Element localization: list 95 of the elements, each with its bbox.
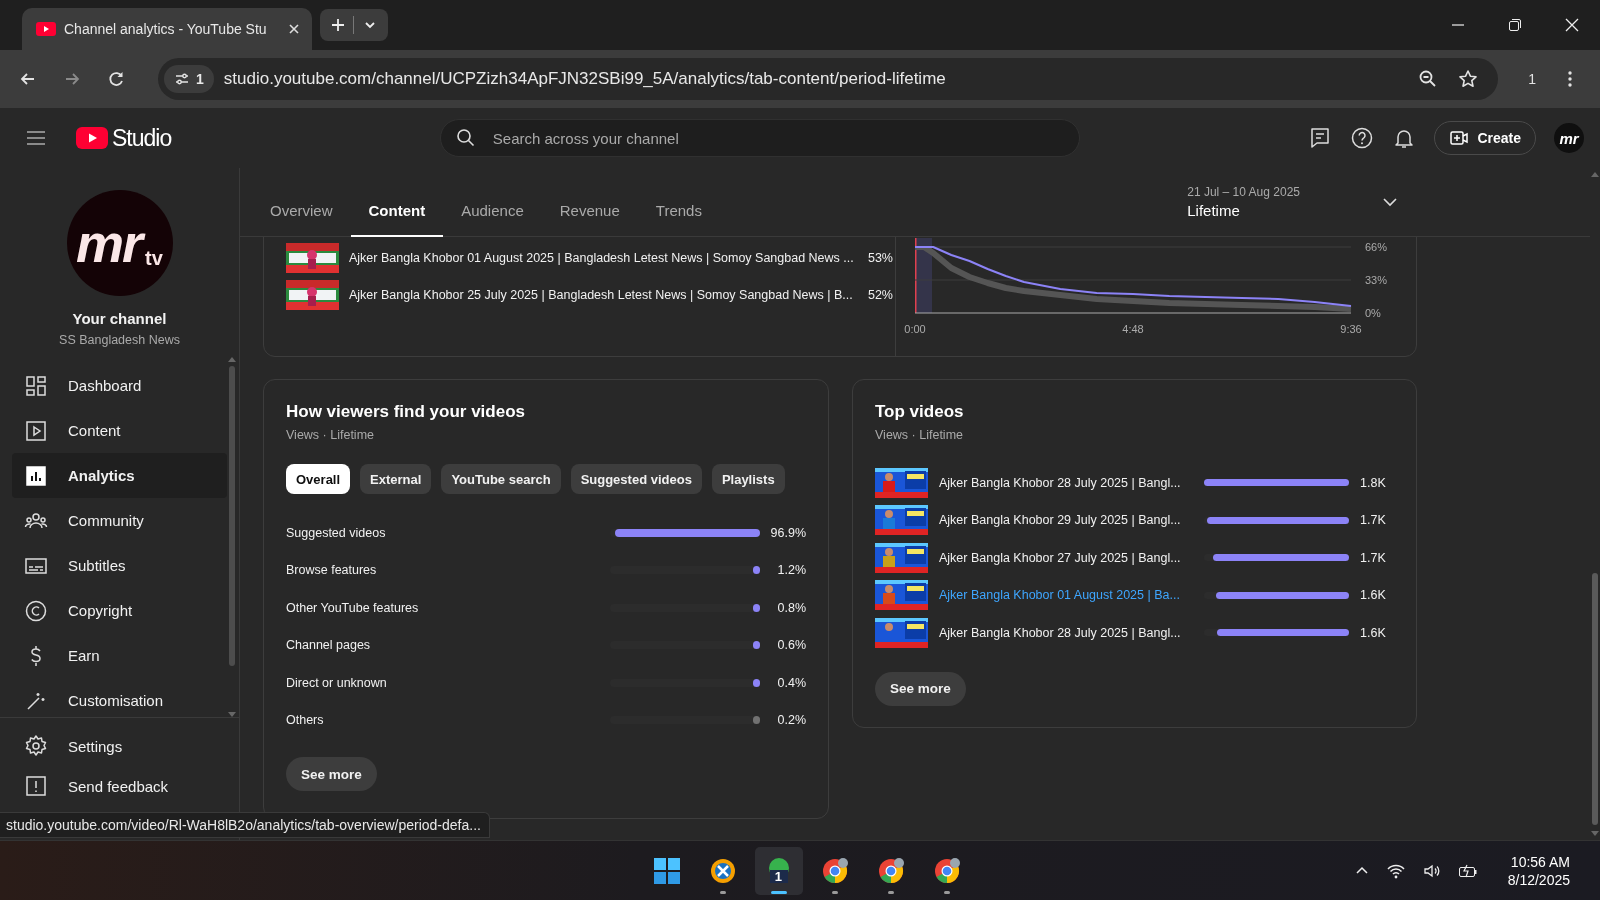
youtube-icon: [36, 22, 56, 36]
views-value: 1.6K: [1360, 588, 1387, 603]
x-tick-label: 9:36: [1340, 323, 1362, 335]
x-tick-label: 4:48: [1122, 323, 1144, 335]
sidebar-item[interactable]: Send feedback: [12, 766, 227, 806]
date-range-picker[interactable]: 21 Jul – 10 Aug 2025 Lifetime: [1187, 185, 1400, 219]
browser-icon: [820, 856, 849, 885]
sliders-icon: [174, 71, 190, 87]
source-name: Suggested videos: [286, 525, 387, 540]
logo-text[interactable]: Studio: [112, 124, 172, 152]
views-value: 1.6K: [1360, 625, 1387, 640]
filter-chip[interactable]: Suggested videos: [570, 464, 702, 494]
sidebar-item[interactable]: Settings: [12, 726, 227, 766]
analytics-icon: [24, 463, 48, 488]
source-value: 0.8%: [776, 600, 806, 615]
browser-icon: [876, 856, 905, 885]
plus-icon[interactable]: [329, 17, 346, 33]
filter-chip[interactable]: Overall: [286, 464, 351, 494]
help-icon[interactable]: [1350, 126, 1375, 150]
source-value: 0.4%: [776, 675, 806, 690]
source-value: 96.9%: [769, 525, 806, 540]
address-bar[interactable]: 1 studio.youtube.com/channel/UCPZizh34ApFJN32SBi99_5A/analytics/tab-content/period-lifetime: [158, 58, 1499, 100]
card-title: Top videos: [875, 402, 965, 422]
close-icon[interactable]: [1564, 17, 1580, 33]
video-title[interactable]: Ajker Bangla Khobor 27 July 2025 | Bangl...: [939, 550, 1181, 565]
see-more-button[interactable]: See more: [875, 671, 966, 706]
filter-chip[interactable]: YouTube search: [441, 464, 561, 494]
source-name: Other YouTube features: [286, 600, 420, 615]
video-plus-icon: [1449, 128, 1470, 148]
app-icon: [708, 856, 737, 885]
video-title[interactable]: Ajker Bangla Khobor 28 July 2025 | Bangl...: [939, 625, 1181, 640]
channel-name: SS Bangladesh News: [59, 333, 180, 347]
video-title[interactable]: Ajker Bangla Khobor 29 July 2025 | Bangl...: [939, 513, 1181, 528]
channel-label: Your channel: [72, 310, 167, 327]
content-icon: [24, 418, 48, 443]
youtube-icon[interactable]: [76, 127, 108, 149]
url-text: studio.youtube.com/channel/UCPZizh34ApFJN32SBi99_5A/analytics/tab-content/period-lifetime: [223, 69, 946, 89]
search-icon: [455, 128, 476, 148]
y-tick-label: 0%: [1365, 307, 1381, 319]
tab[interactable]: Audience: [443, 202, 542, 237]
windows-icon: [652, 856, 681, 885]
create-button[interactable]: Create: [1434, 121, 1536, 155]
filter-chip[interactable]: Playlists: [711, 464, 785, 494]
tab[interactable]: Overview: [252, 202, 351, 237]
sidebar-item[interactable]: Dashboard: [12, 363, 227, 408]
sidebar-item[interactable]: Community: [12, 498, 227, 543]
sidebar-item[interactable]: Subtitles: [12, 543, 227, 588]
sidebar-item[interactable]: Customisation: [12, 678, 227, 723]
avatar[interactable]: mr: [1554, 123, 1584, 153]
tab[interactable]: Revenue: [541, 202, 638, 237]
video-title[interactable]: Ajker Bangla Khobor 28 July 2025 | Bangl...: [939, 475, 1181, 490]
sidebar-item[interactable]: Analytics: [12, 453, 227, 498]
copyright-icon: [24, 598, 48, 623]
tab[interactable]: Trends: [637, 202, 720, 237]
source-name: Others: [286, 713, 325, 728]
sidebar-item[interactable]: Copyright: [12, 588, 227, 633]
source-value: 1.2%: [776, 563, 806, 578]
channel-logo[interactable]: mrtv: [66, 190, 173, 296]
browser-icon: [932, 856, 961, 885]
profile-count[interactable]: 1: [1528, 71, 1536, 87]
y-tick-label: 66%: [1365, 241, 1388, 253]
restore-icon[interactable]: [1507, 17, 1523, 33]
source-name: Direct or unknown: [286, 675, 388, 690]
sidebar-item[interactable]: Content: [12, 408, 227, 453]
browser-tab[interactable]: Channel analytics - YouTube Stu: [22, 8, 312, 50]
retention-value: 52%: [866, 287, 893, 302]
source-value: 0.6%: [776, 638, 806, 653]
views-value: 1.7K: [1360, 513, 1387, 528]
retention-value: 53%: [866, 250, 893, 265]
views-value: 1.8K: [1360, 475, 1387, 490]
status-url: studio.youtube.com/video/Rl-WaH8lB2o/analytics/tab-overview/period-defa...: [0, 812, 490, 838]
source-value: 0.2%: [776, 713, 806, 728]
sidebar-item[interactable]: Earn: [12, 633, 227, 678]
source-name: Channel pages: [286, 638, 372, 653]
x-tick-label: 0:00: [904, 323, 926, 335]
source-name: Browse features: [286, 563, 378, 578]
dashboard-icon: [24, 373, 48, 398]
views-value: 1.7K: [1360, 550, 1387, 565]
settings-icon: [24, 734, 48, 758]
card-subtitle: Views · Lifetime: [875, 428, 964, 442]
card-title: How viewers find your videos: [286, 402, 526, 422]
notification-count: 1: [774, 868, 783, 884]
site-info-count: 1: [196, 71, 204, 87]
feedback-icon: [24, 774, 48, 798]
clock[interactable]: 10:56 AM 8/12/2025: [1507, 853, 1570, 888]
search-field[interactable]: Search across your channel: [439, 119, 1080, 157]
card-subtitle: Views · Lifetime: [286, 428, 375, 442]
bookmark-star-icon[interactable]: [1458, 69, 1479, 89]
reload-icon[interactable]: [106, 69, 126, 89]
taskbar-app[interactable]: 1: [754, 846, 803, 895]
video-title[interactable]: Ajker Bangla Khobor 01 August 2025 | Ba...: [939, 588, 1180, 603]
see-more-button[interactable]: See more: [286, 757, 377, 791]
site-info-button[interactable]: 1: [164, 65, 214, 93]
filter-chip[interactable]: External: [360, 464, 432, 494]
y-tick-label: 33%: [1365, 274, 1388, 286]
